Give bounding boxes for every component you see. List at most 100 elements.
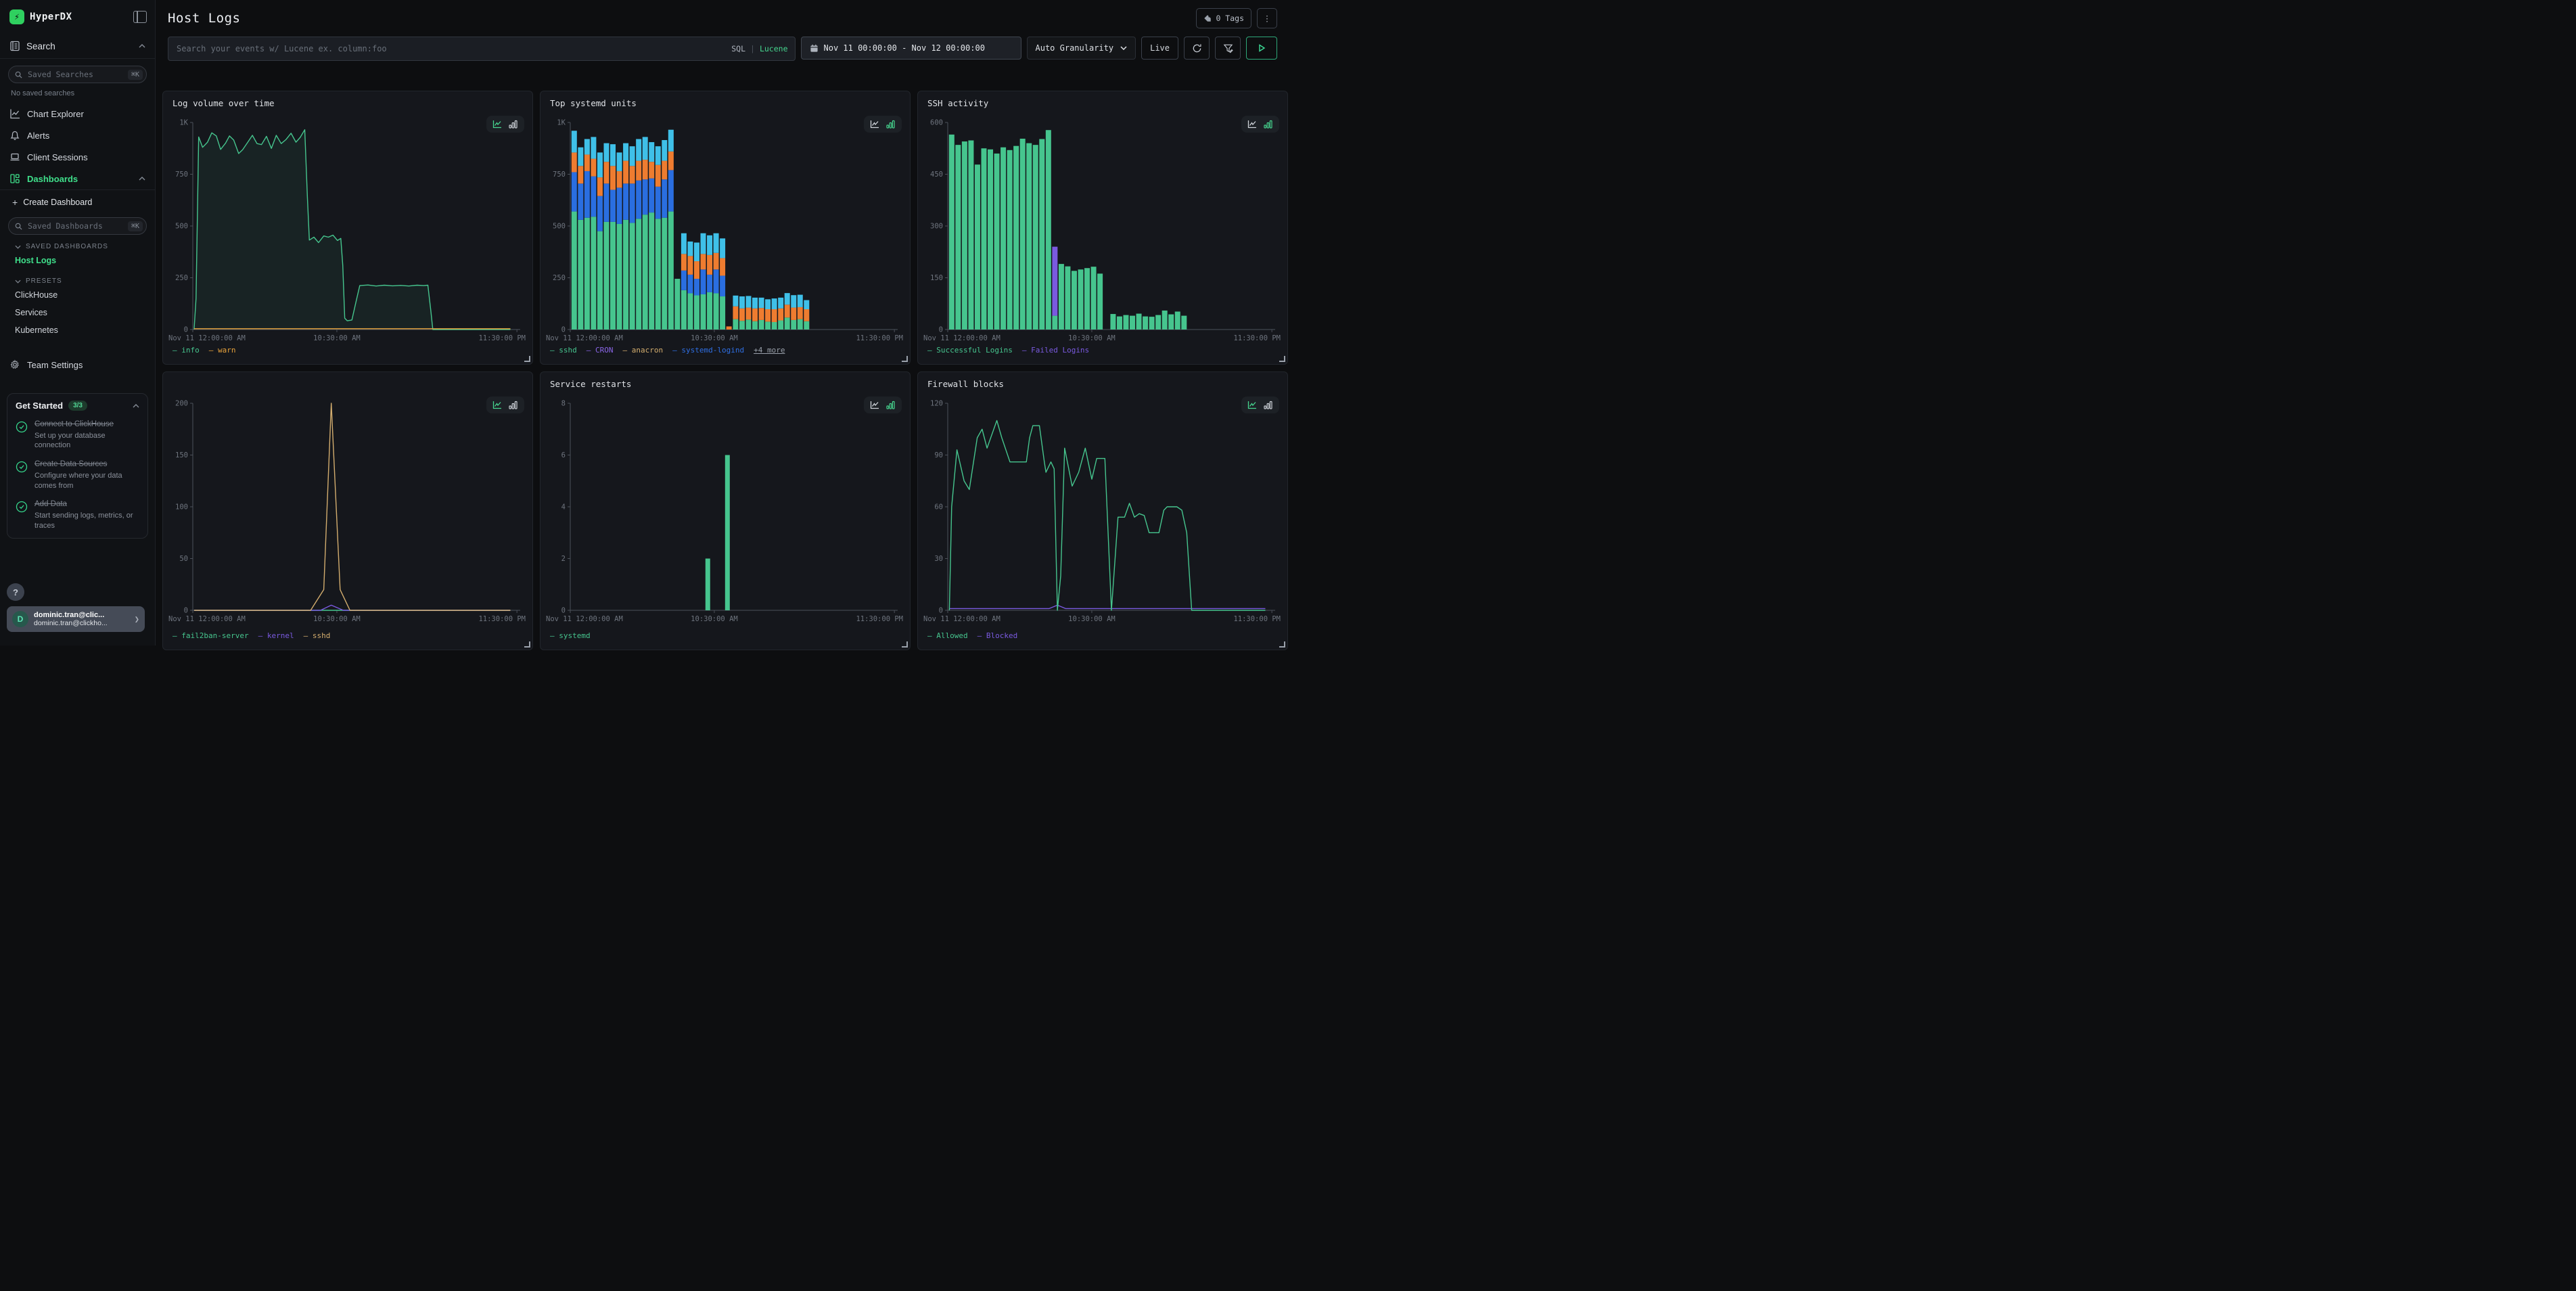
help-button[interactable]: ? — [7, 583, 24, 601]
bar-chart-icon[interactable] — [1264, 401, 1273, 409]
svg-text:90: 90 — [934, 451, 943, 459]
svg-text:500: 500 — [553, 223, 566, 231]
panel-title: SSH activity — [927, 98, 988, 108]
user-menu[interactable]: D dominic.tran@clic... dominic.tran@clic… — [7, 606, 145, 632]
refresh-button[interactable] — [1184, 37, 1210, 60]
legend-item[interactable]: — Failed Logins — [1022, 346, 1089, 355]
svg-text:10:30:00 AM: 10:30:00 AM — [313, 615, 361, 623]
saved-dashboards-search[interactable]: ⌘K — [8, 217, 147, 235]
sidebar-item-host-logs[interactable]: Host Logs — [0, 252, 155, 269]
line-chart-icon[interactable] — [1247, 120, 1257, 129]
legend-item[interactable]: — fail2ban-server — [172, 631, 249, 640]
sidebar-item-alerts[interactable]: Alerts — [0, 124, 155, 146]
legend-item[interactable]: — systemd-logind — [672, 346, 744, 355]
legend-item[interactable]: — Successful Logins — [927, 346, 1013, 355]
create-dashboard-button[interactable]: + Create Dashboard — [0, 190, 155, 210]
bell-icon — [9, 130, 20, 141]
lucene-mode-button[interactable]: Lucene — [760, 44, 788, 53]
resize-handle[interactable] — [524, 641, 530, 648]
sidebar-collapse-icon[interactable] — [133, 11, 147, 23]
get-started-step-sources[interactable]: Create Data Sources Configure where your… — [16, 459, 139, 491]
run-query-button[interactable] — [1246, 37, 1277, 60]
svg-text:0: 0 — [939, 326, 943, 334]
plus-icon: + — [12, 197, 18, 208]
resize-handle[interactable] — [902, 641, 908, 648]
chevron-down-icon — [15, 245, 21, 249]
bar-chart-icon[interactable] — [509, 401, 518, 409]
svg-text:11:30:00 PM: 11:30:00 PM — [478, 334, 526, 342]
filter-button[interactable] — [1215, 37, 1241, 60]
chevron-up-icon — [139, 177, 145, 181]
sidebar-item-services[interactable]: Services — [0, 304, 155, 321]
get-started-step-connect[interactable]: Connect to ClickHouse Set up your databa… — [16, 420, 139, 451]
dashboard-grid-icon — [9, 173, 20, 184]
legend-item[interactable]: — kernel — [258, 631, 294, 640]
saved-searches-search[interactable]: ⌘K — [8, 66, 147, 83]
sidebar-item-dashboards[interactable]: Dashboards — [0, 168, 155, 189]
bar-chart-icon[interactable] — [1264, 120, 1273, 129]
resize-handle[interactable] — [524, 356, 530, 362]
divider: | — [750, 44, 755, 53]
resize-handle[interactable] — [902, 356, 908, 362]
chart-canvas[interactable]: 6004503001500Nov 11 12:00:00 AM10:30:00 … — [923, 114, 1282, 344]
sidebar-item-kubernetes[interactable]: Kubernetes — [0, 321, 155, 339]
resize-handle[interactable] — [1279, 641, 1285, 648]
sidebar-item-clickhouse[interactable]: ClickHouse — [0, 286, 155, 304]
chart-type-toggle — [486, 116, 524, 133]
svg-text:Nov 11 12:00:00 AM: Nov 11 12:00:00 AM — [923, 334, 1001, 342]
brand-name: HyperDX — [30, 12, 128, 22]
chevron-right-icon: ❯ — [135, 614, 139, 624]
line-chart-icon[interactable] — [870, 401, 879, 409]
more-options-button[interactable]: ⋮ — [1257, 8, 1277, 28]
bar-chart-icon[interactable] — [886, 401, 896, 409]
sidebar-item-search[interactable]: Search — [0, 34, 155, 58]
user-email: dominic.tran@clickho... — [34, 619, 129, 627]
resize-handle[interactable] — [1279, 356, 1285, 362]
legend-item[interactable]: — sshd — [304, 631, 331, 640]
legend-more-link[interactable]: +4 more — [754, 346, 785, 355]
bar-chart-icon[interactable] — [509, 120, 518, 129]
granularity-select[interactable]: Auto Granularity — [1027, 37, 1136, 60]
legend-item[interactable]: — systemd — [550, 631, 591, 640]
filter-edit-icon — [1223, 43, 1233, 53]
saved-dashboards-group[interactable]: SAVED DASHBOARDS — [0, 235, 155, 252]
live-button[interactable]: Live — [1141, 37, 1178, 60]
panel-auth-failures: 200150100500Nov 11 12:00:00 AM10:30:00 A… — [162, 371, 533, 650]
line-chart-icon[interactable] — [492, 401, 502, 409]
calendar-icon — [810, 44, 819, 53]
refresh-icon — [1192, 43, 1202, 53]
legend-item[interactable]: — CRON — [586, 346, 614, 355]
legend-item[interactable]: — sshd — [550, 346, 577, 355]
chart-canvas[interactable]: 1K7505002500Nov 11 12:00:00 AM10:30:00 A… — [546, 114, 904, 344]
chart-canvas[interactable]: 1209060300Nov 11 12:00:00 AM10:30:00 AM1… — [923, 395, 1282, 625]
chart-canvas[interactable]: 200150100500Nov 11 12:00:00 AM10:30:00 A… — [168, 395, 527, 625]
sql-mode-button[interactable]: SQL — [731, 44, 745, 53]
event-search-input[interactable] — [175, 43, 731, 54]
legend-item[interactable]: — anacron — [623, 346, 664, 355]
legend-item[interactable]: — info — [172, 346, 200, 355]
sidebar-item-team-settings[interactable]: Team Settings — [0, 354, 155, 376]
get-started-step-add-data[interactable]: Add Data Start sending logs, metrics, or… — [16, 499, 139, 530]
chevron-up-icon[interactable] — [133, 404, 139, 408]
svg-text:150: 150 — [175, 451, 188, 459]
line-chart-icon[interactable] — [1247, 401, 1257, 409]
legend-item[interactable]: — Blocked — [978, 631, 1018, 640]
line-chart-icon[interactable] — [870, 120, 879, 129]
line-chart-icon[interactable] — [492, 120, 502, 129]
svg-text:750: 750 — [553, 171, 566, 179]
saved-searches-input[interactable] — [26, 69, 124, 80]
svg-text:10:30:00 AM: 10:30:00 AM — [691, 334, 738, 342]
saved-dashboards-input[interactable] — [26, 221, 124, 231]
legend-item[interactable]: — warn — [209, 346, 236, 355]
legend-item[interactable]: — Allowed — [927, 631, 968, 640]
sidebar-item-chart-explorer[interactable]: Chart Explorer — [0, 103, 155, 124]
chart-canvas[interactable]: 1K7505002500Nov 11 12:00:00 AM10:30:00 A… — [168, 114, 527, 344]
date-range-value: Nov 11 00:00:00 - Nov 12 00:00:00 — [824, 43, 985, 53]
date-range-picker[interactable]: Nov 11 00:00:00 - Nov 12 00:00:00 — [801, 37, 1021, 60]
bar-chart-icon[interactable] — [886, 120, 896, 129]
sidebar-item-client-sessions[interactable]: Client Sessions — [0, 146, 155, 168]
tags-button[interactable]: 0 Tags — [1196, 8, 1251, 28]
event-search[interactable]: SQL | Lucene — [168, 37, 796, 61]
presets-group[interactable]: PRESETS — [0, 269, 155, 286]
chart-canvas[interactable]: 86420Nov 11 12:00:00 AM10:30:00 AM11:30:… — [546, 395, 904, 625]
